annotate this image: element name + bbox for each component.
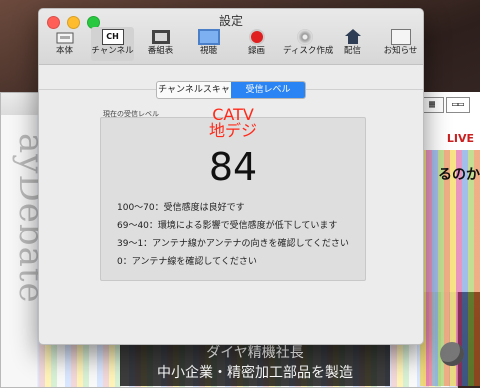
record-icon <box>246 28 268 46</box>
tab-channel-scan[interactable]: チャンネルスキャン <box>157 82 231 98</box>
ch-icon: CH <box>101 28 124 46</box>
microphone-icon <box>440 342 464 366</box>
tool-label: 録画 <box>247 46 265 56</box>
tool-label: ディスク作成 <box>283 46 334 56</box>
main-body-icon <box>54 28 76 46</box>
toolbar-items: 本体 CH チャンネル 番組表 視聴 録画 ディスク作成 配信 お知らせ <box>43 27 423 61</box>
tool-disc-create[interactable]: ディスク作成 <box>283 27 334 61</box>
tv-icon <box>197 28 220 46</box>
tool-label: お知らせ <box>383 46 418 56</box>
background-bottom-caption: ダイヤ精機社長 中小企業・精密加工部品を製造 <box>120 340 390 386</box>
legend-item: 0：アンテナ線を確認してください <box>117 257 257 267</box>
settings-tabs: チャンネルスキャン 受信レベル <box>156 81 306 99</box>
reception-level-legend: 100〜70：受信感度は良好です 69〜40：環境による影響で受信感度が低下して… <box>117 199 349 271</box>
tool-channel[interactable]: CH チャンネル <box>91 27 134 61</box>
background-right-caption: るのか <box>438 167 480 183</box>
tool-label: 番組表 <box>147 46 174 56</box>
tool-program-guide[interactable]: 番組表 <box>139 27 182 61</box>
tool-notices[interactable]: お知らせ <box>379 27 422 61</box>
legend-item: 39〜1：アンテナ線かアンテナの向きを確認してください <box>117 239 349 249</box>
caption-line-2: 中小企業・精密加工部品を製造 <box>157 365 353 381</box>
tool-record[interactable]: 録画 <box>235 27 278 61</box>
split-view-button[interactable]: ▭▭ <box>446 97 470 113</box>
legend-item: 69〜40：環境による影響で受信感度が低下しています <box>117 221 338 231</box>
signal-source-line-2: 地デジ <box>208 121 257 140</box>
settings-window: 設定 本体 CH チャンネル 番組表 視聴 録画 ディスク作成 配信 お知らせ … <box>38 8 424 345</box>
tool-label: 本体 <box>55 46 73 56</box>
tool-watch[interactable]: 視聴 <box>187 27 230 61</box>
stream-icon <box>342 28 364 46</box>
tab-reception-level[interactable]: 受信レベル <box>231 82 305 98</box>
guide-icon <box>150 28 172 46</box>
disc-icon <box>294 28 316 46</box>
tool-label: チャンネル <box>91 46 134 56</box>
tool-label: 視聴 <box>199 46 217 56</box>
ch-icon-text: CH <box>101 29 124 45</box>
reception-level-value: 84 <box>208 145 258 189</box>
settings-toolbar: 設定 本体 CH チャンネル 番組表 視聴 録画 ディスク作成 配信 お知らせ <box>39 9 423 65</box>
tool-stream[interactable]: 配信 <box>331 27 374 61</box>
notice-icon <box>390 28 412 46</box>
reception-level-panel: CATV 地デジ 84 100〜70：受信感度は良好です 69〜40：環境による… <box>100 106 366 281</box>
tool-label: 配信 <box>343 46 361 56</box>
live-badge: LIVE <box>446 132 474 145</box>
legend-item: 100〜70：受信感度は良好です <box>117 203 245 213</box>
tool-main-body[interactable]: 本体 <box>43 27 86 61</box>
